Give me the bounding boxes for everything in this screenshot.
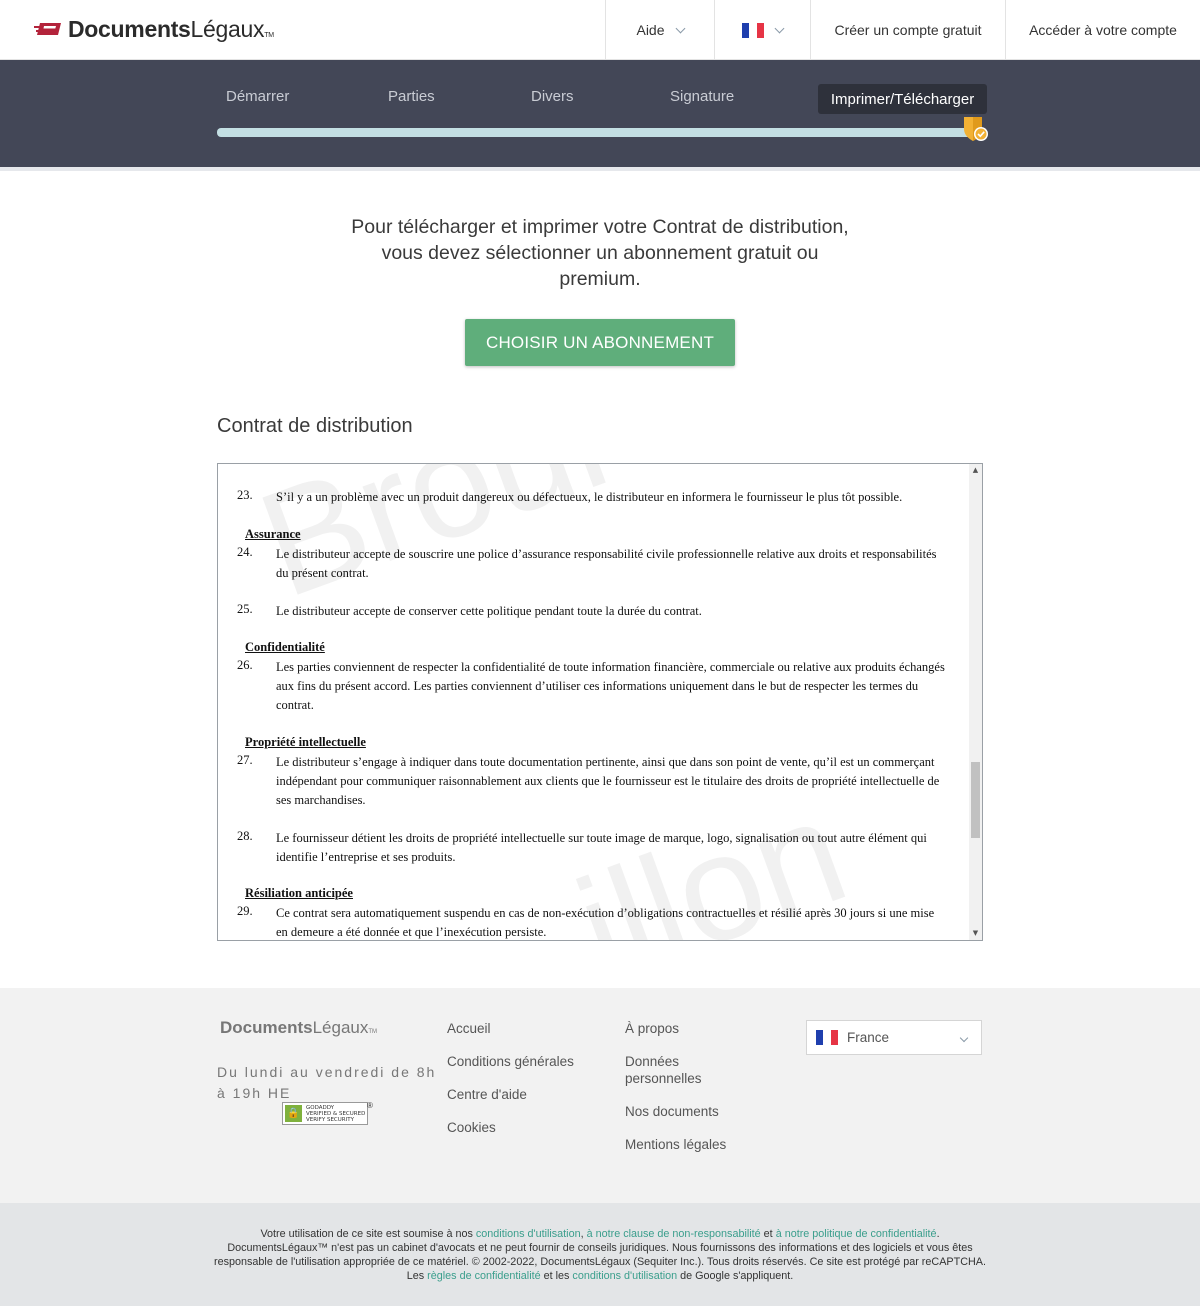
google-privacy-link[interactable]: règles de confidentialité (427, 1270, 540, 1282)
band-divider (0, 167, 1200, 171)
registered-mark: ® (367, 1101, 373, 1110)
step-demarrer[interactable]: Démarrer (226, 88, 289, 105)
privacy-link[interactable]: à notre politique de confidentialité (776, 1228, 937, 1240)
legal-disclaimer-text: DocumentsLégaux™ n'est pas un cabinet d'… (214, 1242, 986, 1268)
clause-text: Les parties conviennent de respecter la … (276, 660, 945, 712)
lock-icon: 🔒 (285, 1105, 302, 1122)
create-account-label: Créer un compte gratuit (834, 22, 982, 38)
godaddy-security-badge[interactable]: 🔒 GODADDY VERIFIED & SECURED VERIFY SECURI… (282, 1102, 368, 1125)
logo-wordmark: DocumentsLégauxTM (68, 15, 274, 42)
clause-number: 24. (237, 545, 253, 559)
section-heading-confidentialite: Confidentialité (245, 640, 325, 654)
disclaimer-link[interactable]: à notre clause de non-responsabilité (587, 1228, 761, 1240)
footer-logo[interactable]: DocumentsLégauxTM (220, 1018, 377, 1038)
step-divers[interactable]: Divers (531, 88, 574, 105)
chevron-down-icon (675, 23, 685, 33)
step-imprimer-telecharger[interactable]: Imprimer/Télécharger (818, 84, 987, 114)
clause-text: Le fournisseur détient les droits de pro… (276, 831, 927, 864)
country-select[interactable]: France (806, 1020, 982, 1055)
google-terms-link[interactable]: conditions d'utilisation (572, 1270, 677, 1282)
business-hours: Du lundi au vendredi de 8h à 19h HE (217, 1064, 437, 1101)
intro-text: Pour télécharger et imprimer votre Contr… (351, 216, 849, 290)
progress-bar (217, 128, 977, 137)
section-heading-propriete: Propriété intellectuelle (245, 735, 366, 749)
clause-number: 29. (237, 904, 253, 918)
footer-link-cookies[interactable]: Cookies (447, 1119, 496, 1136)
clause-text: Le distributeur accepte de souscrire une… (276, 547, 937, 580)
scroll-down-icon[interactable]: ▼ (972, 930, 979, 937)
clause-number: 23. (237, 488, 253, 502)
language-selector[interactable] (714, 0, 810, 60)
footer-link-accueil[interactable]: Accueil (447, 1020, 491, 1037)
step-parties[interactable]: Parties (388, 88, 435, 105)
footer-link-aide[interactable]: Centre d'aide (447, 1086, 527, 1103)
legal-notice: Votre utilisation de ce site est soumise… (214, 1228, 986, 1282)
clause-number: 26. (237, 658, 253, 672)
clause-text: S’il y a un problème avec un produit dan… (276, 490, 903, 504)
logo-mark-icon (34, 23, 61, 35)
badge-text: GODADDY VERIFIED & SECURED VERIFY SECURITY (306, 1104, 366, 1123)
document-scrollbar[interactable]: ▲ ▼ (969, 464, 982, 940)
scrollbar-thumb[interactable] (971, 762, 980, 838)
document-title: Contrat de distribution (217, 415, 413, 437)
footer-link-apropos[interactable]: À propos (625, 1020, 679, 1037)
chevron-down-icon (959, 1033, 969, 1043)
footer-link-donnees[interactable]: Données personnelles (625, 1053, 735, 1087)
shield-check-icon (964, 117, 988, 141)
footer-link-conditions[interactable]: Conditions générales (447, 1053, 574, 1070)
scroll-up-icon[interactable]: ▲ (972, 467, 979, 474)
nav-help[interactable]: Aide (605, 0, 714, 60)
clause-number: 25. (237, 602, 253, 616)
choose-plan-button[interactable]: CHOISIR UN ABONNEMENT (465, 319, 735, 366)
footer-link-documents[interactable]: Nos documents (625, 1103, 719, 1120)
clause-number: 27. (237, 753, 253, 767)
france-flag-icon (816, 1030, 838, 1045)
login-link[interactable]: Accéder à votre compte (1005, 0, 1200, 60)
document-preview[interactable]: Broui illon 23. S’il y a un problème ave… (217, 463, 983, 941)
progress-band (0, 60, 1200, 167)
france-flag-icon (742, 22, 764, 38)
site-header: DocumentsLégauxTM Aide Créer un compte g… (0, 0, 1200, 60)
site-footer (0, 988, 1200, 1203)
terms-link[interactable]: conditions d'utilisation (476, 1228, 581, 1240)
section-heading-assurance: Assurance (245, 527, 301, 541)
site-logo[interactable]: DocumentsLégauxTM (34, 14, 274, 44)
clause-number: 28. (237, 829, 253, 843)
create-account-link[interactable]: Créer un compte gratuit (810, 0, 1005, 60)
clause-text: Le distributeur accepte de conserver cet… (276, 604, 702, 618)
nav-help-label: Aide (636, 22, 665, 38)
clause-text: Ce contrat sera automatiquement suspendu… (276, 906, 935, 939)
section-heading-resiliation: Résiliation anticipée (245, 886, 353, 900)
login-label: Accéder à votre compte (1029, 22, 1177, 38)
country-select-value: France (847, 1030, 890, 1045)
clause-text: Le distributeur s’engage à indiquer dans… (276, 755, 940, 807)
chevron-down-icon (774, 23, 785, 33)
step-signature[interactable]: Signature (670, 88, 734, 105)
footer-link-mentions[interactable]: Mentions légales (625, 1136, 726, 1153)
